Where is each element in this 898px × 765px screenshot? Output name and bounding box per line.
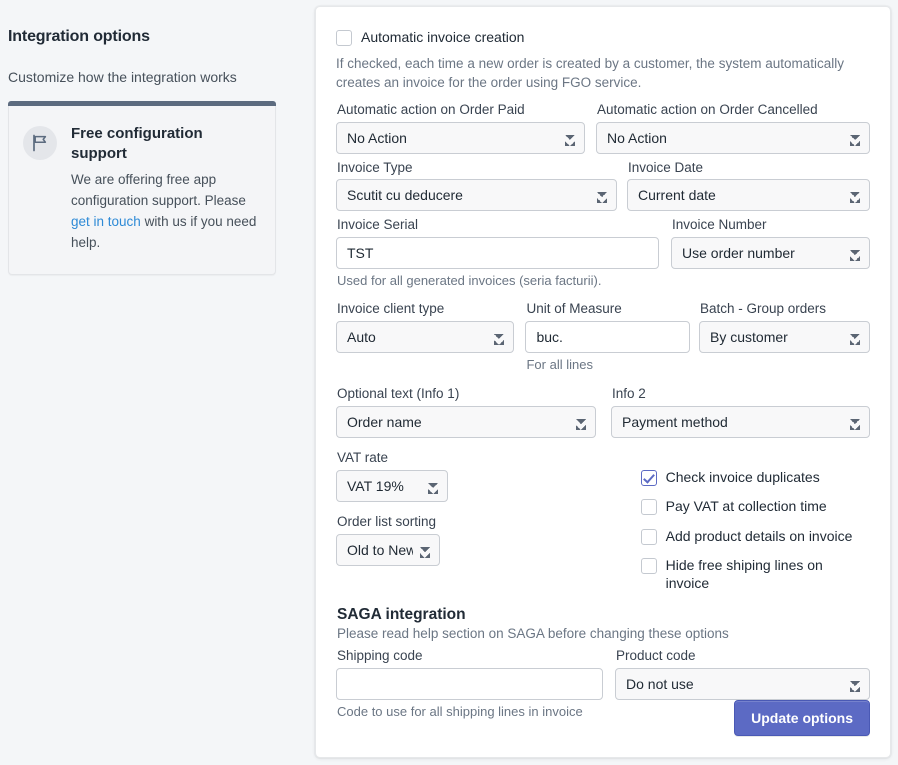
invoice-date-field: Invoice Date Current date (627, 160, 870, 212)
shipping-code-field: Shipping code Code to use for all shippi… (336, 648, 615, 721)
get-in-touch-link[interactable]: get in touch (71, 214, 141, 229)
automatic-invoice-creation-row[interactable]: Automatic invoice creation (336, 29, 870, 47)
automatic-actions-row: Automatic action on Order Paid No Action… (336, 102, 870, 154)
invoice-number-field: Invoice Number Use order number (671, 217, 870, 270)
batch-group-label: Batch - Group orders (700, 301, 827, 317)
batch-group-field: Batch - Group orders By customer (699, 301, 870, 374)
hide-free-shipping-lines-label: Hide free shiping lines on invoice (665, 557, 823, 591)
batch-group-select[interactable]: By customer (699, 321, 870, 354)
card-title: Free configuration support (71, 124, 203, 162)
info2-select[interactable]: Payment method (611, 405, 870, 438)
vat-sorting-column: VAT rate VAT 19% Order list sorting Old … (336, 450, 641, 593)
sidebar: Integration options Customize how the in… (0, 0, 300, 275)
invoice-type-field: Invoice Type Scutit cu deducere (336, 160, 627, 212)
shipping-code-label: Shipping code (337, 648, 423, 664)
unit-of-measure-input[interactable] (525, 321, 691, 354)
order-cancelled-field: Automatic action on Order Cancelled No A… (596, 102, 870, 154)
invoice-type-label: Invoice Type (337, 159, 413, 175)
card-body: Free configuration support We are offeri… (71, 124, 259, 254)
page-subtitle: Customize how the integration works (8, 69, 237, 85)
client-type-label: Invoice client type (337, 301, 445, 317)
client-uom-batch-row: Invoice client type Auto Unit of Measure… (336, 301, 870, 374)
page-title: Integration options (8, 28, 150, 45)
integration-options-panel: Automatic invoice creation If checked, e… (315, 6, 891, 758)
invoice-number-select[interactable]: Use order number (671, 237, 870, 270)
vat-rate-label: VAT rate (337, 449, 389, 465)
update-options-button[interactable]: Update options (734, 700, 870, 736)
add-product-details-label: Add product details on invoice (665, 527, 853, 544)
pay-vat-at-collection-time-row[interactable]: Pay VAT at collection time (640, 498, 870, 516)
shipping-code-helper: Code to use for all shipping lines in in… (337, 704, 583, 720)
check-invoice-duplicates-checkbox[interactable] (640, 469, 657, 486)
check-invoice-duplicates-row[interactable]: Check invoice duplicates (640, 468, 870, 487)
hide-free-shipping-lines-checkbox[interactable] (640, 558, 657, 575)
order-paid-select[interactable]: No Action (336, 121, 585, 154)
add-product-details-row[interactable]: Add product details on invoice (640, 527, 870, 546)
info-fields-row: Optional text (Info 1) Order name Info 2… (336, 386, 870, 438)
card-text-before: We are offering free app configuration s… (71, 172, 246, 209)
order-cancelled-select[interactable]: No Action (596, 121, 870, 154)
pay-vat-at-collection-time-checkbox[interactable] (640, 499, 657, 516)
product-code-label: Product code (616, 648, 696, 664)
order-paid-field: Automatic action on Order Paid No Action (336, 102, 596, 154)
info2-field: Info 2 Payment method (611, 386, 870, 438)
info2-label: Info 2 (612, 385, 646, 401)
check-invoice-duplicates-label: Check invoice duplicates (665, 468, 820, 485)
add-product-details-checkbox[interactable] (640, 528, 657, 545)
info1-label: Optional text (Info 1) (337, 385, 460, 401)
invoice-serial-label: Invoice Serial (337, 217, 419, 233)
order-sorting-field: Order list sorting Old to New (336, 514, 641, 566)
flag-icon (23, 125, 57, 160)
saga-section-subtitle: Please read help section on SAGA before … (337, 626, 729, 642)
invoice-number-label: Invoice Number (672, 217, 767, 233)
vat-rate-field: VAT rate VAT 19% (336, 450, 641, 502)
shipping-code-input[interactable] (336, 668, 603, 701)
free-configuration-support-card: Free configuration support We are offeri… (8, 100, 276, 275)
order-paid-label: Automatic action on Order Paid (337, 101, 525, 117)
invoice-serial-helper: Used for all generated invoices (seria f… (337, 273, 602, 289)
hide-free-shipping-lines-row[interactable]: Hide free shiping lines on invoice (640, 557, 870, 592)
saga-section-title: SAGA integration (337, 606, 466, 624)
client-type-select[interactable]: Auto (336, 321, 514, 354)
pay-vat-at-collection-time-label: Pay VAT at collection time (665, 498, 827, 515)
invoice-type-select[interactable]: Scutit cu deducere (336, 179, 617, 212)
automatic-invoice-creation-description: If checked, each time a new order is cre… (336, 55, 844, 91)
automatic-invoice-creation-checkbox[interactable] (336, 30, 352, 46)
order-sorting-select[interactable]: Old to New (336, 533, 440, 566)
card-text: We are offering free app configuration s… (71, 170, 259, 254)
info1-field: Optional text (Info 1) Order name (336, 386, 611, 438)
order-sorting-label: Order list sorting (337, 513, 437, 529)
card-accent-bar (8, 100, 276, 106)
product-code-select[interactable]: Do not use (615, 668, 870, 701)
invoice-options-checkbox-group: Check invoice duplicates Pay VAT at coll… (640, 450, 870, 593)
automatic-invoice-creation-label: Automatic invoice creation (361, 29, 525, 45)
unit-of-measure-field: Unit of Measure For all lines (525, 301, 699, 374)
client-type-field: Invoice client type Auto (336, 301, 525, 374)
invoice-serial-field: Invoice Serial (336, 217, 671, 270)
unit-of-measure-label: Unit of Measure (526, 301, 622, 317)
unit-of-measure-helper: For all lines (526, 357, 593, 373)
invoice-date-label: Invoice Date (628, 159, 704, 175)
order-cancelled-label: Automatic action on Order Cancelled (597, 101, 818, 117)
page-root: Integration options Customize how the in… (0, 0, 898, 765)
invoice-type-date-row: Invoice Type Scutit cu deducere Invoice … (336, 160, 870, 212)
invoice-serial-input[interactable] (336, 237, 659, 270)
vat-sorting-and-options-row: VAT rate VAT 19% Order list sorting Old … (336, 450, 870, 593)
invoice-serial-number-row: Invoice Serial Invoice Number Use order … (336, 217, 870, 270)
info1-select[interactable]: Order name (336, 405, 596, 438)
invoice-date-select[interactable]: Current date (627, 179, 870, 212)
vat-rate-select[interactable]: VAT 19% (336, 469, 448, 502)
